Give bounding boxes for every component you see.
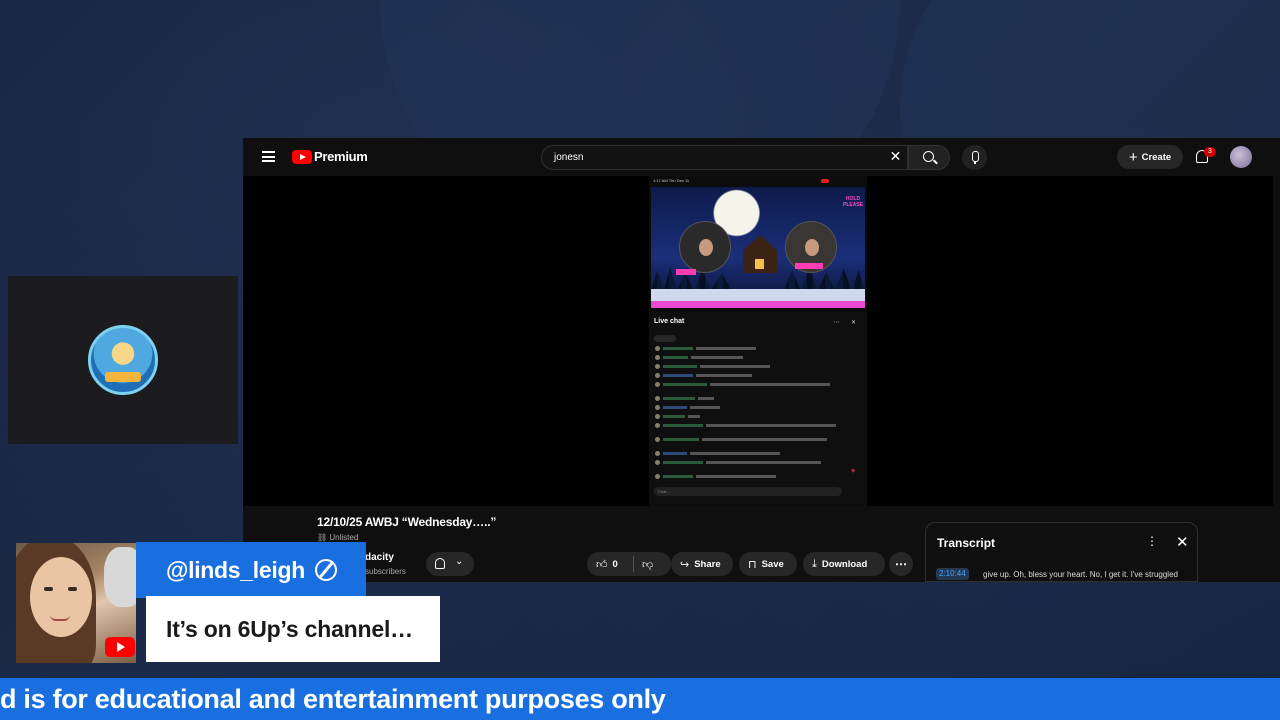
guest-avatar-logo: [88, 325, 158, 395]
more-horizontal-icon: ⋯: [895, 557, 907, 571]
video-content-frame: 1:17 AM Thu Dec 11 HOLD PLEASE Live chat…: [649, 176, 867, 506]
share-arrow-icon: ↪: [680, 558, 690, 571]
chat-message: [655, 451, 861, 460]
disclaimer-ticker-text: d is for educational and entertainment p…: [0, 684, 666, 714]
channel-subscribers: subscribers: [365, 567, 406, 576]
thumbs-down-icon[interactable]: 👎︎: [642, 558, 653, 571]
search-button[interactable]: [908, 145, 950, 170]
like-divider: [633, 556, 634, 572]
subscription-notifications-button[interactable]: ⌄: [426, 552, 474, 576]
notification-count-badge: 3: [1204, 147, 1216, 157]
chat-message: [655, 474, 861, 483]
search-input[interactable]: jonesn: [541, 145, 908, 170]
streamer-eye: [44, 587, 53, 591]
chat-message: [655, 364, 861, 373]
chat-message: [655, 460, 861, 474]
transcript-line[interactable]: give up. Oh, bless your heart. No, I get…: [983, 570, 1178, 579]
recording-indicator: [821, 179, 829, 183]
chat-message: [655, 396, 861, 405]
hold-please-sign: HOLD PLEASE: [842, 196, 863, 208]
voice-search-mic-icon[interactable]: [962, 145, 987, 170]
download-arrow-icon: ⤓: [812, 557, 817, 570]
tablet-status-time: 1:17 AM Thu Dec 11: [653, 178, 690, 183]
streamer-eye: [68, 587, 77, 591]
chat-highlight-message: It’s on 6Up’s channel…: [146, 596, 440, 662]
more-actions-button[interactable]: ⋯: [889, 552, 913, 576]
chat-message: [655, 355, 861, 364]
bell-icon: [435, 558, 445, 569]
close-icon[interactable]: ✕: [1176, 533, 1189, 551]
embedded-live-chat: Live chat ⋯ ✕ ♥ Chat...: [649, 312, 867, 504]
guest-camera-frame: [8, 276, 238, 444]
bookmark-icon: ⊓: [748, 558, 757, 571]
chat-message: [655, 437, 861, 451]
transcript-timestamp[interactable]: 2:10:44: [936, 568, 969, 580]
chat-message: [655, 414, 861, 423]
chat-author-handle: @linds_leigh: [166, 556, 305, 583]
create-button-label: Create: [1141, 151, 1172, 163]
video-title: 12/10/25 AWBJ “Wednesday…..”: [317, 515, 497, 529]
create-button[interactable]: + Create: [1117, 145, 1183, 169]
plus-icon: +: [1128, 148, 1138, 166]
save-label: Save: [761, 558, 784, 570]
chat-message: [655, 346, 861, 355]
like-count: 0: [612, 558, 618, 570]
share-label: Share: [694, 558, 721, 570]
live-chat-controls: ⋯ ✕: [833, 320, 861, 326]
chat-message: [655, 405, 861, 414]
unlisted-badge: ⛓ Unlisted: [317, 533, 358, 542]
transcript-title: Transcript: [937, 536, 996, 550]
hamburger-menu-icon[interactable]: [262, 151, 275, 162]
chat-message: [655, 423, 861, 437]
highlighted-message-text: It’s on 6Up’s channel…: [166, 615, 413, 642]
youtube-header: Premium jonesn ✕ + Create 3: [243, 138, 1280, 176]
pet-in-frame: [104, 547, 136, 607]
chat-message: [655, 373, 861, 382]
youtube-platform-icon: [105, 637, 135, 657]
share-button[interactable]: ↪ Share: [671, 552, 733, 576]
streamer-smile: [50, 615, 70, 621]
like-button[interactable]: 👍︎ 0 👎︎: [587, 552, 671, 576]
scene-name-tag-right: [795, 263, 823, 269]
channel-name[interactable]: dacity: [365, 552, 394, 563]
chat-message: [655, 382, 861, 396]
scene-name-tag-left: [676, 269, 696, 275]
youtube-logo-icon[interactable]: [292, 150, 312, 164]
youtube-brand-label[interactable]: Premium: [314, 149, 368, 164]
download-label: Download: [821, 558, 868, 570]
search-icon: [923, 151, 934, 162]
chat-author-banner: @linds_leigh: [136, 542, 366, 598]
transcript-panel: Transcript ⋮ ✕ 2:10:44 give up. Oh, bles…: [925, 522, 1198, 582]
clear-search-icon[interactable]: ✕: [889, 149, 902, 163]
streamer-face: [30, 557, 92, 637]
user-avatar[interactable]: [1230, 146, 1252, 168]
link-icon: ⛓: [317, 533, 330, 542]
save-button[interactable]: ⊓ Save: [739, 552, 797, 576]
chevron-down-icon: ⌄: [455, 556, 464, 567]
youtube-window: Premium jonesn ✕ + Create 3 1:17 AM Thu …: [243, 138, 1280, 582]
tablet-status-bar: 1:17 AM Thu Dec 11: [653, 178, 863, 186]
stream-scene-graphic: HOLD PLEASE: [651, 187, 865, 305]
viewer-count-pill: [654, 335, 676, 342]
chat-input-field: Chat...: [654, 487, 842, 496]
scene-camera-left: [679, 221, 731, 273]
disclaimer-ticker: d is for educational and entertainment p…: [0, 678, 1280, 720]
live-chat-title: Live chat: [654, 318, 685, 325]
download-button[interactable]: ⤓ Download: [803, 552, 885, 576]
moderator-badge-icon: [314, 559, 337, 581]
more-vertical-icon[interactable]: ⋮: [1146, 534, 1158, 548]
heart-reaction-icon: ♥: [851, 468, 856, 475]
chat-message-list: [655, 346, 861, 483]
unlisted-label: Unlisted: [329, 533, 359, 542]
scene-ticker-bar: [651, 301, 865, 308]
search-input-value: jonesn: [554, 152, 584, 163]
cabin-graphic: [743, 235, 777, 273]
thumbs-up-icon: 👍︎: [596, 558, 608, 571]
